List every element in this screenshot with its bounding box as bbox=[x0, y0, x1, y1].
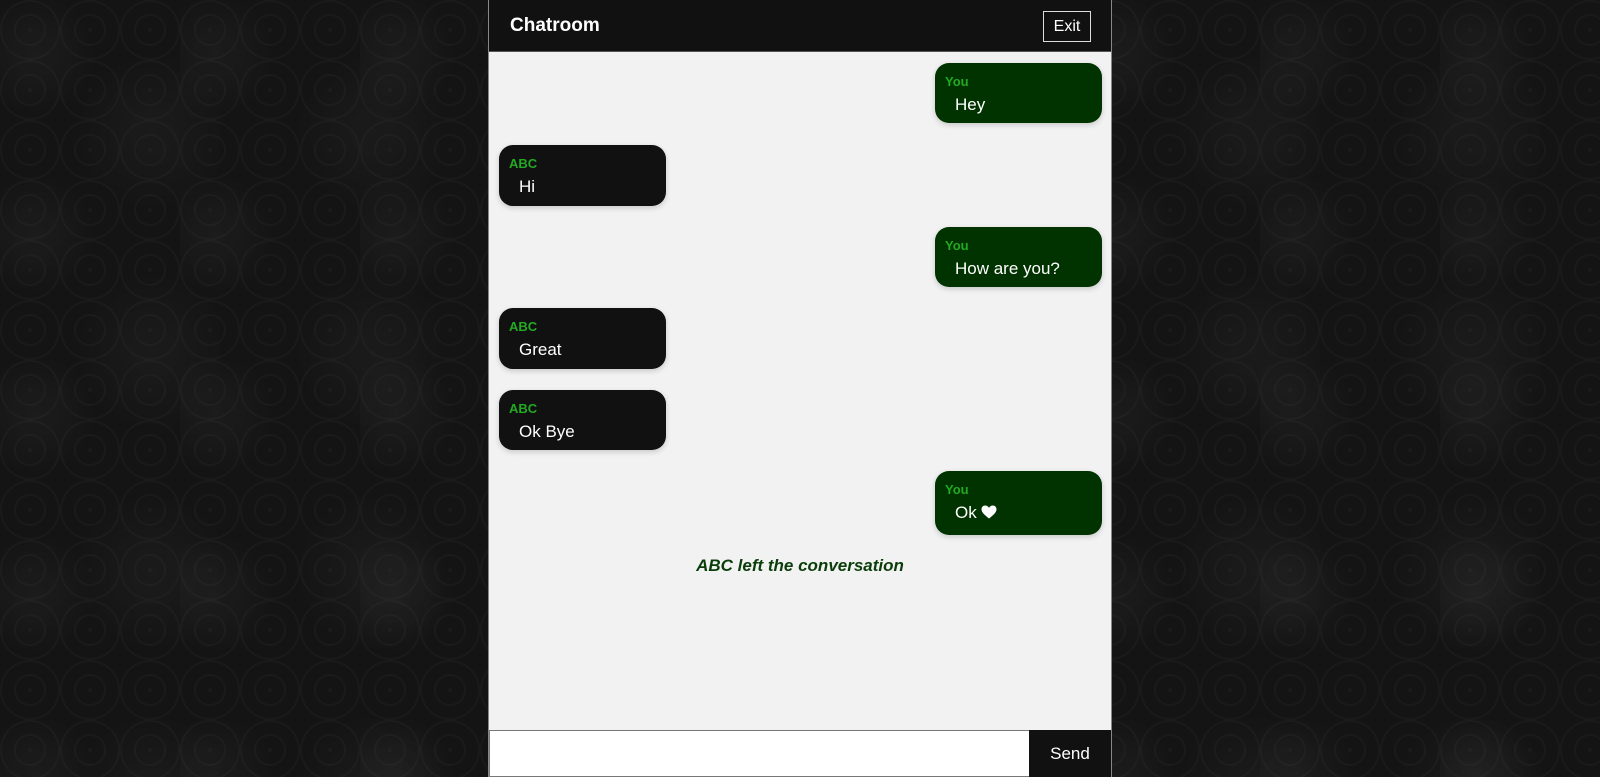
system-note: ABC left the conversation bbox=[696, 556, 904, 575]
message-bubble-outgoing: You Hey bbox=[935, 63, 1102, 123]
message-text: Great bbox=[519, 340, 562, 359]
page-title: Chatroom bbox=[510, 15, 600, 36]
message-text: How are you? bbox=[955, 259, 1060, 278]
message-input[interactable] bbox=[489, 730, 1029, 777]
heart-icon bbox=[981, 504, 997, 524]
message-text: Ok bbox=[955, 503, 977, 522]
sender-name: ABC bbox=[509, 156, 538, 171]
send-button[interactable]: Send bbox=[1029, 730, 1111, 777]
chat-window: Chatroom Exit You Hey ABC Hi You How are… bbox=[488, 0, 1112, 777]
message-bubble-outgoing: You Ok bbox=[935, 471, 1102, 535]
sender-name: You bbox=[945, 238, 969, 253]
sender-name: You bbox=[945, 74, 969, 89]
exit-button[interactable]: Exit bbox=[1043, 11, 1091, 42]
message-text: Ok Bye bbox=[519, 422, 575, 441]
sender-name: ABC bbox=[509, 401, 538, 416]
message-bubble-incoming: ABC Great bbox=[499, 308, 666, 369]
message-bubble-incoming: ABC Ok Bye bbox=[499, 390, 666, 450]
message-bubble-outgoing: You How are you? bbox=[935, 227, 1102, 287]
message-list: You Hey ABC Hi You How are you? ABC Grea… bbox=[489, 52, 1111, 730]
message-bubble-incoming: ABC Hi bbox=[499, 145, 666, 206]
message-text: Hi bbox=[519, 177, 536, 196]
message-text: Hey bbox=[955, 95, 986, 114]
message-content: Ok bbox=[955, 503, 997, 524]
sender-name: ABC bbox=[509, 319, 538, 334]
chat-header: Chatroom Exit bbox=[489, 0, 1111, 52]
message-composer: Send bbox=[489, 730, 1111, 777]
sender-name: You bbox=[945, 482, 969, 497]
